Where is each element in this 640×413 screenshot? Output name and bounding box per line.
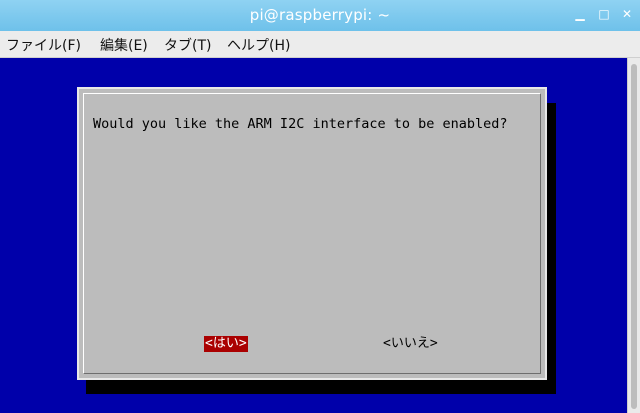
yes-button[interactable]: <はい> [204, 336, 248, 352]
no-button[interactable]: <いいえ> [383, 336, 438, 352]
title-bar[interactable]: pi@raspberrypi: ~ ▁ □ ✕ [0, 0, 640, 31]
terminal-window: pi@raspberrypi: ~ ▁ □ ✕ ファイル(F) 編集(E) タブ… [0, 0, 640, 413]
menu-file[interactable]: ファイル(F) [4, 35, 83, 55]
vertical-scrollbar[interactable] [627, 58, 640, 413]
menu-edit[interactable]: 編集(E) [98, 35, 150, 55]
menu-help[interactable]: ヘルプ(H) [225, 35, 292, 55]
window-title: pi@raspberrypi: ~ [249, 6, 391, 24]
close-icon[interactable]: ✕ [620, 7, 634, 21]
confirm-dialog: Would you like the ARM I2C interface to … [77, 87, 547, 380]
scrollbar-thumb[interactable] [631, 64, 637, 409]
maximize-icon[interactable]: □ [597, 7, 611, 21]
dialog-question: Would you like the ARM I2C interface to … [93, 116, 508, 132]
menu-bar: ファイル(F) 編集(E) タブ(T) ヘルプ(H) [0, 31, 640, 58]
minimize-icon[interactable]: ▁ [573, 7, 587, 21]
menu-tabs[interactable]: タブ(T) [162, 35, 213, 55]
dialog-frame [83, 93, 541, 374]
